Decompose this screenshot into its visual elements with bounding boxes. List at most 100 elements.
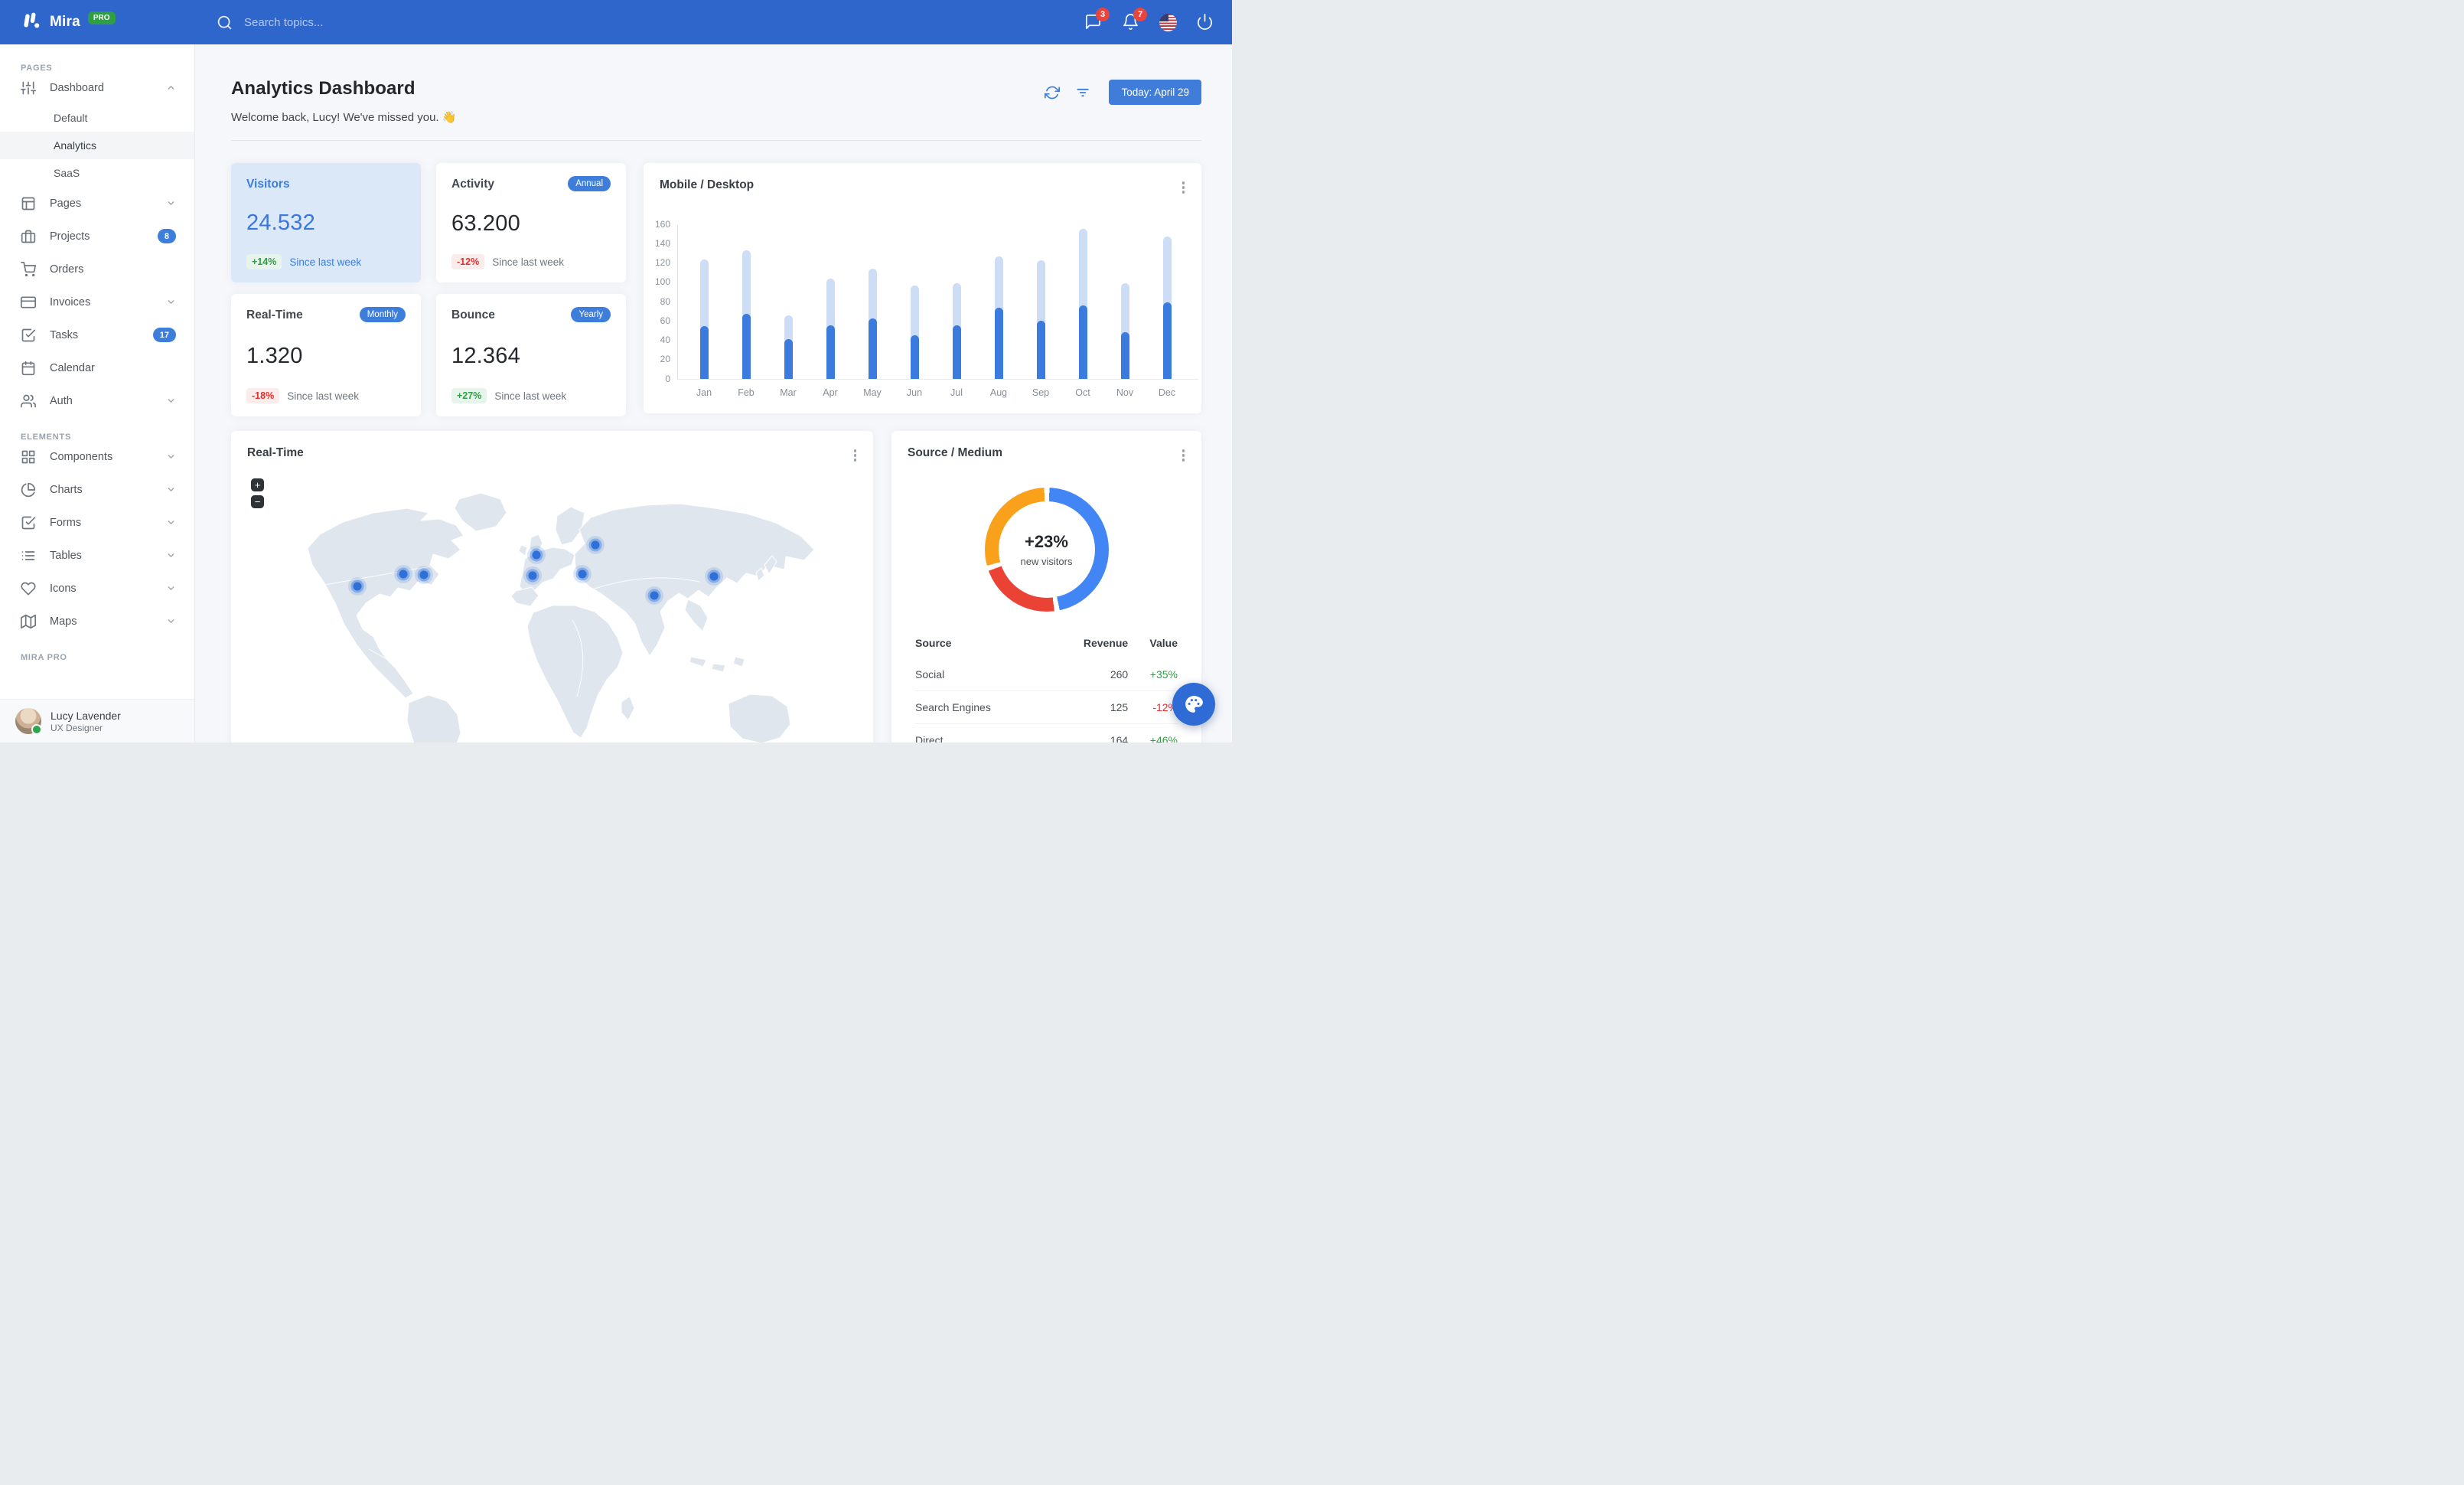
cell-value: -12% bbox=[1128, 690, 1178, 723]
header-divider bbox=[231, 140, 1201, 141]
map-marker[interactable] bbox=[645, 586, 663, 605]
sidebar-item-forms[interactable]: Forms bbox=[0, 506, 194, 539]
chevron-down-icon bbox=[166, 198, 176, 208]
pie-chart-icon bbox=[21, 482, 36, 498]
x-axis-label: Nov bbox=[1116, 387, 1134, 398]
chevron-down-icon bbox=[166, 616, 176, 626]
stat-title: Visitors bbox=[246, 178, 290, 191]
chevron-down-icon bbox=[166, 550, 176, 560]
cart-icon bbox=[21, 261, 36, 277]
grid-icon bbox=[21, 449, 36, 465]
stat-delta-chip: +27% bbox=[451, 388, 487, 403]
sidebar-item-label: Pages bbox=[50, 197, 82, 210]
stat-card-visitors: Visitors 24.532 +14% Since last week bbox=[231, 163, 421, 282]
source-medium-table: Source Revenue Value Social 260 +35% Search… bbox=[915, 631, 1178, 742]
filter-button[interactable] bbox=[1075, 85, 1090, 100]
sidebar-item-orders[interactable]: Orders bbox=[0, 253, 194, 286]
map-marker[interactable] bbox=[705, 567, 723, 586]
sidebar-item-charts[interactable]: Charts bbox=[0, 473, 194, 506]
sidebar-section-label: ELEMENTS bbox=[21, 432, 72, 442]
stat-period-badge[interactable]: Monthly bbox=[359, 307, 406, 322]
bar-mobile-aug bbox=[994, 308, 1003, 379]
sidebar-item-dashboard[interactable]: Dashboard bbox=[0, 71, 194, 104]
sidebar-item-label: Projects bbox=[50, 230, 90, 243]
map-zoom-out-button[interactable]: − bbox=[251, 495, 264, 508]
stat-delta-chip: -18% bbox=[246, 388, 280, 403]
logout-button[interactable] bbox=[1196, 13, 1214, 31]
stat-period-badge[interactable]: Annual bbox=[568, 176, 611, 191]
sidebar-item-pages[interactable]: Pages bbox=[0, 187, 194, 220]
refresh-button[interactable] bbox=[1045, 85, 1061, 100]
y-axis-tick: 160 bbox=[654, 218, 670, 230]
map-marker[interactable] bbox=[394, 565, 412, 583]
cell-revenue: 164 bbox=[1048, 723, 1129, 742]
sidebar-subitem-analytics[interactable]: Analytics bbox=[0, 132, 194, 159]
sidebar-subitem-saas[interactable]: SaaS bbox=[0, 159, 194, 187]
power-icon bbox=[1198, 14, 1212, 30]
stat-title: Real-Time bbox=[246, 308, 303, 321]
sidebar-item-icons[interactable]: Icons bbox=[0, 572, 194, 605]
map-marker[interactable] bbox=[586, 536, 605, 554]
stat-card-activity: Activity Annual 63.200 -12% Since last w… bbox=[436, 163, 626, 282]
sidebar-subitem-default[interactable]: Default bbox=[0, 104, 194, 132]
y-axis-tick: 100 bbox=[654, 276, 670, 288]
stat-value: 24.532 bbox=[246, 210, 315, 235]
donut-center-caption: new visitors bbox=[1020, 555, 1073, 567]
sidebar-item-label: Tables bbox=[50, 549, 82, 562]
messages-button[interactable]: 3 bbox=[1084, 8, 1110, 31]
chart-card-menu-button[interactable] bbox=[1179, 178, 1188, 197]
search-input[interactable] bbox=[244, 15, 458, 29]
language-flag-us[interactable] bbox=[1159, 13, 1177, 31]
source-medium-menu-button[interactable] bbox=[1179, 446, 1188, 465]
map-marker[interactable] bbox=[415, 566, 433, 584]
main-content: Analytics Dashboard Welcome back, Lucy! … bbox=[195, 44, 1232, 742]
date-range-button[interactable]: Today: April 29 bbox=[1109, 80, 1201, 105]
sidebar-item-tables[interactable]: Tables bbox=[0, 539, 194, 572]
chevron-down-icon bbox=[166, 485, 176, 494]
sidebar-item-invoices[interactable]: Invoices bbox=[0, 286, 194, 318]
y-axis-tick: 60 bbox=[660, 315, 670, 326]
welcome-message: Welcome back, Lucy! We've missed you. 👋 bbox=[231, 111, 457, 124]
bar-mobile-may bbox=[868, 318, 877, 379]
stat-period-badge[interactable]: Yearly bbox=[571, 307, 611, 322]
sidebar-item-auth[interactable]: Auth bbox=[0, 384, 194, 417]
x-axis-label: Jul bbox=[950, 387, 963, 398]
map-zoom-in-button[interactable]: + bbox=[251, 478, 264, 491]
navbar-search[interactable] bbox=[217, 15, 458, 31]
table-row: Direct 164 +46% bbox=[915, 723, 1178, 742]
map-marker[interactable] bbox=[527, 546, 546, 564]
bar-mobile-dec bbox=[1162, 302, 1172, 379]
stat-card-real-time: Real-Time Monthly 1.320 -18% Since last … bbox=[231, 294, 421, 416]
sidebar-user[interactable]: Lucy Lavender UX Designer bbox=[0, 699, 194, 742]
source-medium-title: Source / Medium bbox=[908, 446, 1003, 459]
sidebar-item-components[interactable]: Components bbox=[0, 440, 194, 473]
map-marker[interactable] bbox=[348, 577, 367, 596]
sidebar-item-calendar[interactable]: Calendar bbox=[0, 351, 194, 384]
sidebar-section-mira-pro: MIRA PRO bbox=[21, 653, 67, 662]
sidebar-item-projects[interactable]: Projects 8 bbox=[0, 220, 194, 253]
sliders-icon bbox=[21, 80, 36, 96]
stat-value: 12.364 bbox=[451, 343, 520, 368]
sidebar-item-tasks[interactable]: Tasks 17 bbox=[0, 318, 194, 351]
messages-badge: 3 bbox=[1096, 8, 1110, 21]
map-marker[interactable] bbox=[573, 565, 592, 583]
brand[interactable]: Mira PRO bbox=[0, 9, 116, 35]
bar-mobile-apr bbox=[826, 325, 835, 379]
y-axis-tick: 120 bbox=[654, 257, 670, 268]
filter-icon bbox=[1077, 88, 1090, 96]
map-marker[interactable] bbox=[523, 566, 542, 585]
y-axis-tick: 40 bbox=[660, 335, 670, 345]
chevron-down-icon bbox=[166, 297, 176, 307]
user-role: UX Designer bbox=[51, 723, 103, 734]
sidebar-item-maps[interactable]: Maps bbox=[0, 605, 194, 638]
sidebar-section-label: PAGES bbox=[21, 64, 53, 73]
bar-mobile-jul bbox=[952, 325, 961, 379]
stat-note: Since last week bbox=[287, 390, 359, 402]
map-card-title: Real-Time bbox=[247, 446, 304, 459]
chart-card-title: Mobile / Desktop bbox=[660, 178, 755, 191]
x-axis-label: Oct bbox=[1075, 387, 1090, 398]
notifications-button[interactable]: 7 bbox=[1122, 8, 1147, 31]
map-card-menu-button[interactable] bbox=[851, 446, 860, 465]
theme-settings-fab[interactable] bbox=[1172, 683, 1215, 726]
world-map[interactable] bbox=[231, 475, 873, 742]
